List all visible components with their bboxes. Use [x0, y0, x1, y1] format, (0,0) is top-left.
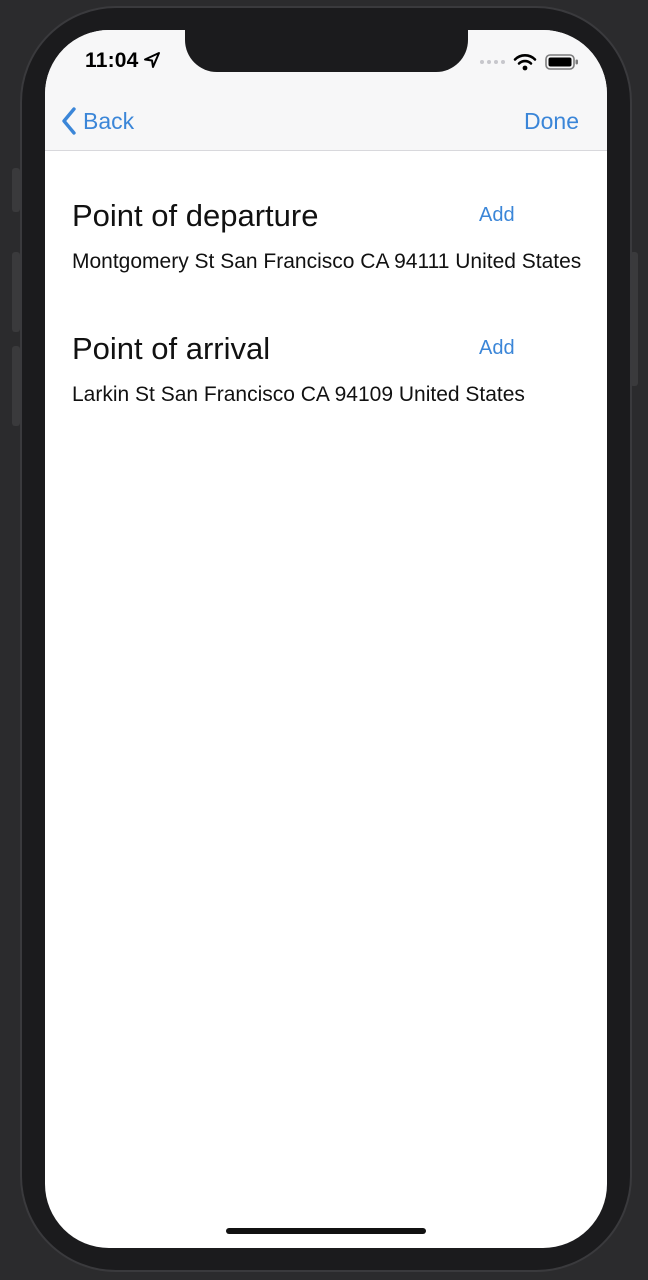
add-departure-button[interactable]: Add — [479, 204, 515, 227]
back-button[interactable]: Back — [61, 104, 134, 138]
navigation-bar: Back Done — [45, 92, 607, 151]
home-indicator[interactable] — [226, 1228, 426, 1234]
status-time: 11:04 — [85, 49, 139, 72]
status-indicators — [480, 50, 579, 74]
departure-address: Montgomery St San Francisco CA 94111 Uni… — [72, 250, 582, 273]
arrival-address: Larkin St San Francisco CA 94109 United … — [72, 383, 525, 406]
device-notch — [185, 30, 468, 72]
volume-down-button — [12, 346, 20, 426]
done-button[interactable]: Done — [524, 108, 579, 135]
volume-up-button — [12, 252, 20, 332]
add-arrival-button[interactable]: Add — [479, 337, 515, 360]
mute-switch — [12, 168, 20, 212]
wifi-icon — [513, 54, 537, 71]
back-label: Back — [83, 107, 135, 134]
location-arrow-icon — [144, 52, 160, 68]
cellular-signal-icon — [480, 60, 505, 64]
departure-title: Point of departure — [72, 198, 319, 233]
chevron-left-icon — [62, 107, 76, 135]
device-frame: 11:04 Back Done Point of departure Add M… — [0, 0, 648, 1280]
arrival-title: Point of arrival — [72, 331, 271, 366]
phone-screen: 11:04 Back Done Point of departure Add M… — [45, 30, 607, 1248]
battery-icon — [545, 54, 578, 70]
